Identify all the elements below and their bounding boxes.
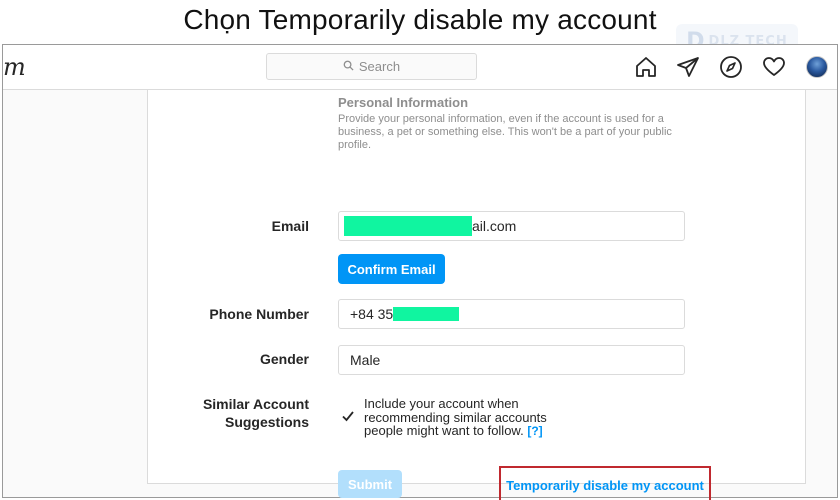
home-icon[interactable] (634, 55, 658, 79)
redacted-email (344, 216, 472, 236)
search-input[interactable]: Search (266, 53, 477, 80)
phone-label: Phone Number (209, 306, 309, 322)
help-link[interactable]: [?] (527, 424, 542, 438)
phone-value-prefix: +84 35 (350, 306, 394, 322)
search-placeholder: Search (358, 59, 401, 74)
similar-account-description: Include your account when recommending s… (364, 397, 574, 439)
personal-info-description: Provide your personal information, even … (338, 113, 672, 151)
profile-avatar[interactable] (806, 56, 828, 78)
personal-info-title: Personal Information (338, 95, 469, 110)
similar-account-text: Include your account when recommending s… (364, 396, 547, 438)
edit-profile-panel: Personal Information Provide your person… (147, 90, 806, 500)
top-navbar: m Search (3, 45, 837, 90)
submit-button[interactable]: Submit (338, 470, 402, 498)
temporarily-disable-account-link[interactable]: Temporarily disable my account (499, 466, 711, 500)
instagram-logo[interactable]: m (3, 53, 26, 81)
activity-heart-icon[interactable] (762, 55, 786, 79)
confirm-email-button[interactable]: Confirm Email (338, 254, 445, 284)
similar-label-line1: Similar Account (202, 396, 309, 412)
browser-screenshot: m Search Personal Information Provide yo… (2, 44, 838, 500)
checkmark-icon (342, 411, 354, 422)
email-field[interactable]: ail.com (338, 211, 685, 241)
email-value-suffix: ail.com (472, 218, 517, 234)
gender-field[interactable]: Male (338, 345, 685, 375)
email-label: Email (271, 218, 309, 234)
gender-label: Gender (259, 351, 309, 367)
similar-label-line2: Suggestions (224, 414, 309, 430)
search-icon (343, 59, 354, 74)
redacted-phone (393, 307, 460, 321)
explore-compass-icon[interactable] (719, 55, 743, 79)
similar-account-checkbox[interactable] (340, 408, 356, 424)
phone-number-field[interactable]: +84 35 (338, 299, 685, 329)
direct-messages-icon[interactable] (676, 55, 700, 79)
similar-account-label: Similar Account Suggestions (203, 395, 309, 431)
